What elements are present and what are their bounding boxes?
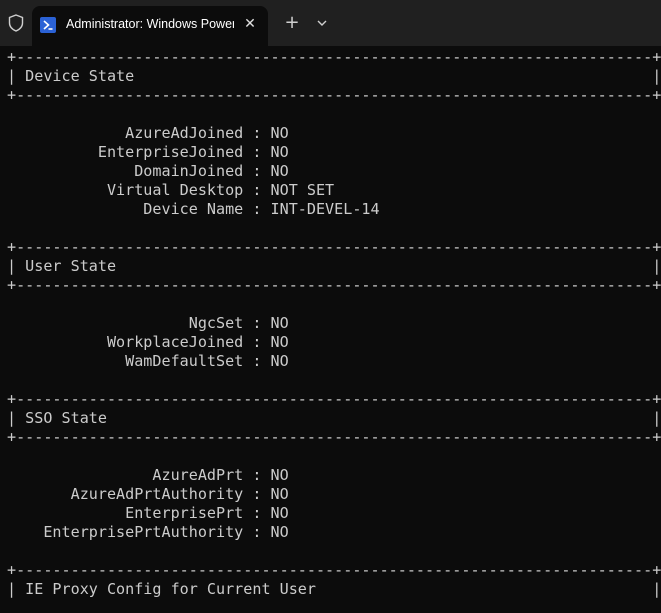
terminal-line: NgcSet : NO [7, 314, 289, 332]
new-tab-button[interactable]: + [282, 13, 302, 33]
terminal-line: WorkplaceJoined : NO [7, 333, 289, 351]
tab-title: Administrator: Windows PowerShell [66, 17, 234, 31]
tab-powershell[interactable]: Administrator: Windows PowerShell ✕ [32, 6, 268, 46]
terminal-line: | User State | [7, 257, 661, 275]
powershell-icon [40, 17, 56, 33]
shield-icon [8, 14, 24, 32]
terminal-line: EnterprisePrt : NO [7, 504, 289, 522]
terminal-line: | Device State | [7, 67, 661, 85]
terminal-line: DomainJoined : NO [7, 162, 289, 180]
terminal-line: Device Name : INT-DEVEL-14 [7, 200, 380, 218]
terminal-line: EnterprisePrtAuthority : NO [7, 523, 289, 541]
terminal-line: Virtual Desktop : NOT SET [7, 181, 335, 199]
terminal-line: +---------------------------------------… [7, 238, 661, 256]
terminal-line: +---------------------------------------… [7, 48, 661, 66]
terminal-line: AzureAdPrtAuthority : NO [7, 485, 289, 503]
terminal-line: AzureAdPrt : NO [7, 466, 289, 484]
terminal-line: WamDefaultSet : NO [7, 352, 289, 370]
terminal-line: +---------------------------------------… [7, 561, 661, 579]
terminal-output[interactable]: +---------------------------------------… [0, 46, 661, 613]
terminal-line: | IE Proxy Config for Current User | [7, 580, 661, 598]
terminal-line: +---------------------------------------… [7, 276, 661, 294]
title-bar: Administrator: Windows PowerShell ✕ + [0, 0, 661, 46]
terminal-line: EnterpriseJoined : NO [7, 143, 289, 161]
terminal-line: AzureAdJoined : NO [7, 124, 289, 142]
terminal-line: +---------------------------------------… [7, 86, 661, 104]
terminal-line: | SSO State | [7, 409, 661, 427]
chevron-down-icon[interactable] [312, 13, 332, 33]
terminal-line: +---------------------------------------… [7, 428, 661, 446]
terminal-line: +---------------------------------------… [7, 390, 661, 408]
close-tab-button[interactable]: ✕ [240, 14, 260, 34]
